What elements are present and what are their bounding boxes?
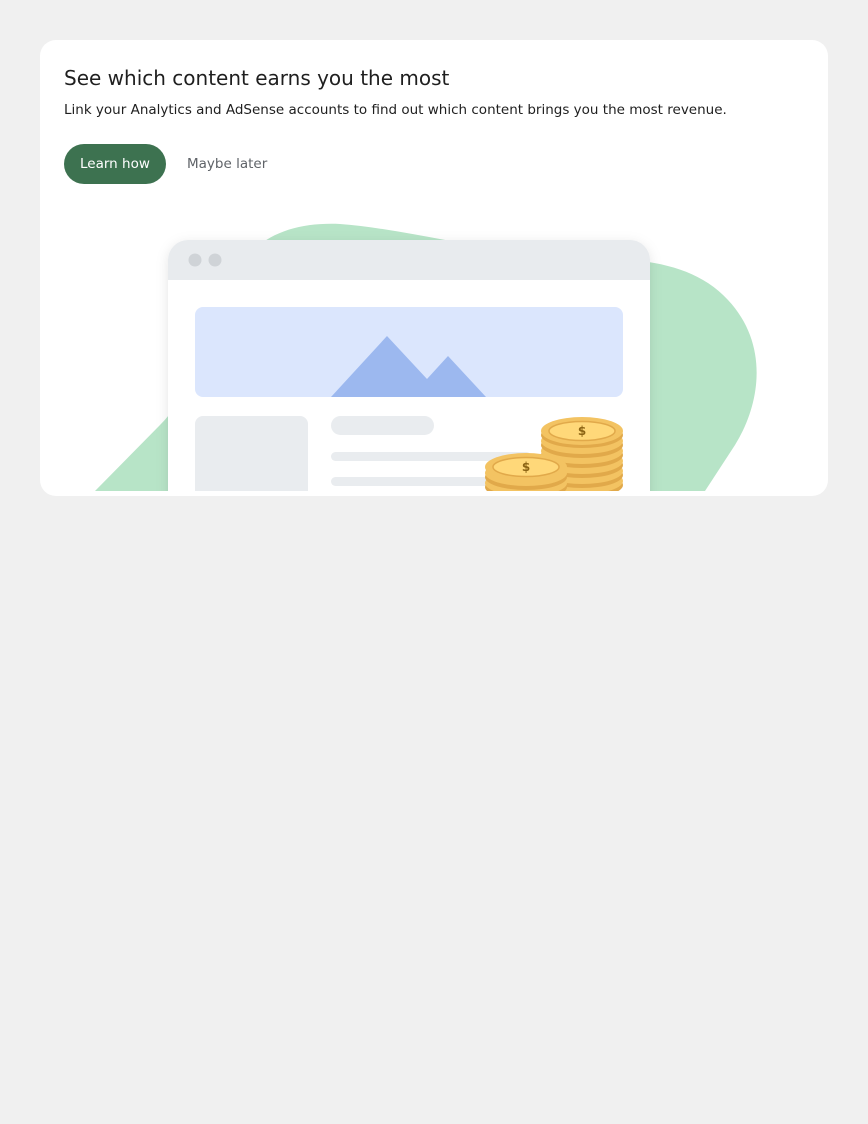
- illustration-svg: $ $: [95, 223, 757, 491]
- sidebar-placeholder: [195, 416, 308, 491]
- maybe-later-button[interactable]: Maybe later: [175, 144, 279, 184]
- promo-description: Link your Analytics and AdSense accounts…: [64, 102, 727, 118]
- coin-symbol-text: $: [522, 460, 530, 474]
- learn-how-button[interactable]: Learn how: [64, 144, 166, 184]
- promo-card: See which content earns you the most Lin…: [40, 40, 828, 496]
- promo-title: See which content earns you the most: [64, 66, 450, 90]
- browser-header: [168, 240, 650, 280]
- coin-symbol-text: $: [578, 424, 586, 438]
- window-dot-icon: [208, 253, 222, 267]
- heading-placeholder: [331, 416, 434, 435]
- text-line-placeholder: [331, 477, 511, 486]
- revenue-illustration: $ $: [40, 220, 828, 491]
- window-dot-icon: [188, 253, 202, 267]
- coin-stack-short: $: [485, 453, 567, 491]
